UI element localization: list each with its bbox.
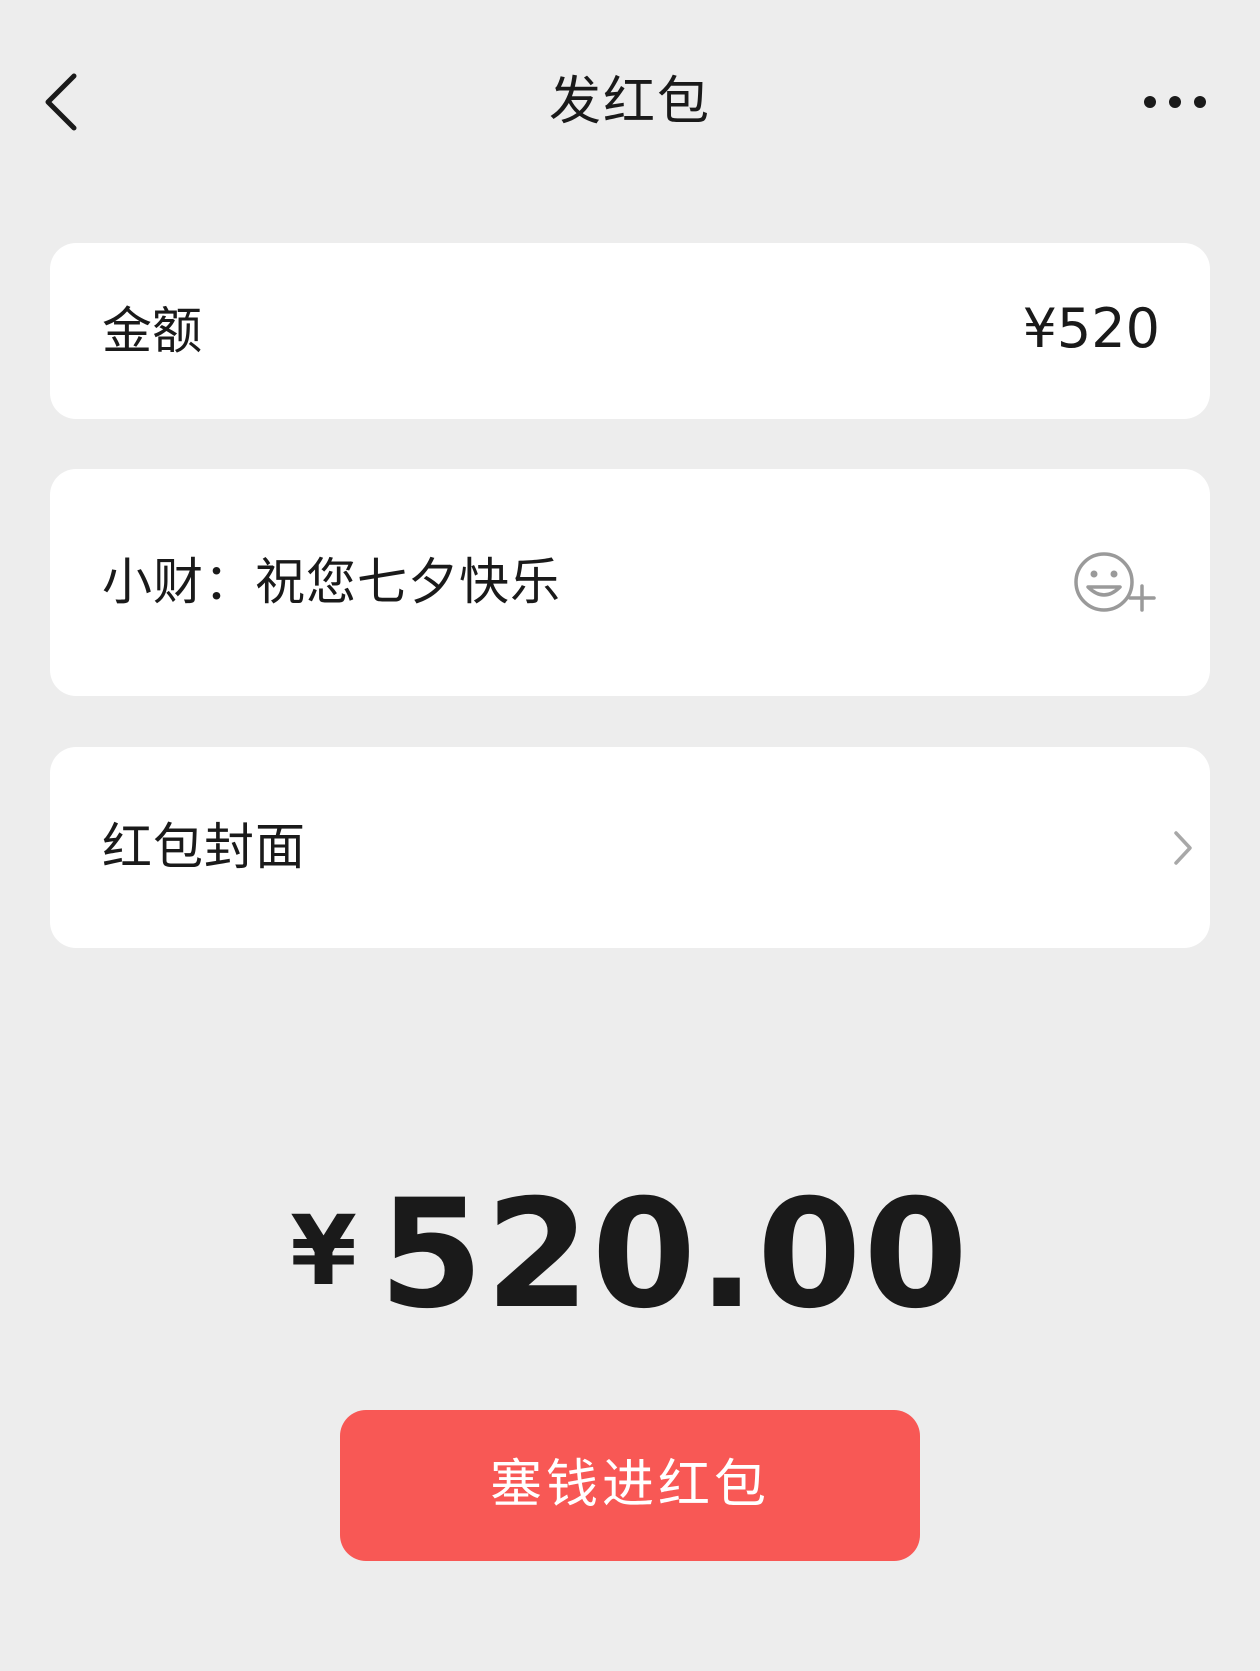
more-button[interactable] [1134,80,1234,120]
amount-label: 金额 [102,302,202,360]
amount-input[interactable]: ¥520 [1023,296,1160,362]
chevron-right-icon [1174,831,1192,865]
total-amount: ¥520.00 [0,1180,1260,1330]
cover-label: 红包封面 [102,818,306,876]
amount-card: 金额 ¥520 [50,243,1210,419]
send-red-packet-button[interactable]: 塞钱进红包 [340,1410,920,1561]
emoji-button[interactable] [1070,547,1166,619]
page-title: 发红包 [548,72,711,132]
total-value: 520.00 [378,1168,970,1342]
greeting-card: 小财：祝您七夕快乐 [50,469,1210,696]
total-currency: ¥ [290,1195,357,1307]
greeting-input[interactable]: 小财：祝您七夕快乐 [102,552,561,612]
emoji-add-icon [1074,552,1156,612]
cover-card[interactable]: 红包封面 [50,747,1210,948]
more-dots-icon [1144,96,1206,108]
nav-bar: 发红包 [0,0,1260,205]
